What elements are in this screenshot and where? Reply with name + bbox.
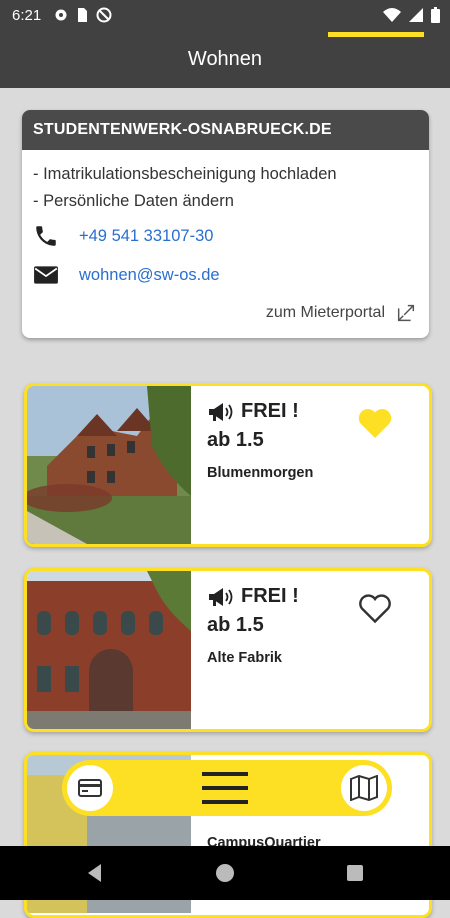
email-link[interactable]: wohnen@sw-os.de <box>33 262 220 288</box>
tenant-portal-link[interactable]: zum Mieterportal <box>266 302 417 324</box>
external-link-icon <box>397 304 415 322</box>
listing-status: FREI ! <box>207 585 299 608</box>
map-icon <box>350 775 378 801</box>
system-navigation-bar <box>0 846 450 900</box>
heart-filled-icon[interactable] <box>357 406 393 440</box>
mail-icon <box>34 266 58 284</box>
map-button[interactable] <box>341 765 387 811</box>
listing-available-date: ab 1.5 <box>207 429 264 451</box>
info-line-personal-data: - Persönliche Daten ändern <box>33 192 234 210</box>
info-line-upload: - Imatrikulationsbescheinigung hochladen <box>33 165 337 183</box>
signal-icon <box>409 8 423 22</box>
accent-line <box>328 32 424 37</box>
listing-status-label: FREI ! <box>241 400 299 422</box>
page-title: Wohnen <box>187 48 263 70</box>
phone-icon <box>36 226 56 246</box>
listing-available-date: ab 1.5 <box>207 614 264 636</box>
battery-icon <box>431 7 440 23</box>
listing-photo <box>27 386 191 544</box>
home-icon[interactable] <box>214 862 236 884</box>
listing-status: FREI ! <box>207 400 299 423</box>
menu-icon[interactable] <box>202 769 248 807</box>
listing-photo <box>27 571 191 729</box>
sim-icon <box>78 8 87 22</box>
heart-outline-icon[interactable] <box>357 591 393 625</box>
status-bar: 6:21 <box>0 0 450 32</box>
wifi-icon <box>383 8 401 22</box>
megaphone-icon <box>209 587 233 606</box>
bottom-action-bar <box>62 760 392 816</box>
megaphone-icon <box>209 402 233 421</box>
phone-number: +49 541 33107-30 <box>79 226 214 245</box>
listing-card[interactable]: FREI ! ab 1.5 Blumenmorgen <box>24 383 432 547</box>
listing-name: Alte Fabrik <box>207 650 282 666</box>
back-icon[interactable] <box>84 862 106 884</box>
listing-card[interactable]: FREI ! ab 1.5 Alte Fabrik <box>24 568 432 732</box>
info-card-heading: STUDENTENWERK-OSNABRUECK.DE <box>22 110 429 150</box>
info-card: STUDENTENWERK-OSNABRUECK.DE - Imatrikula… <box>22 110 429 338</box>
no-disturb-icon <box>96 7 112 23</box>
listing-status-label: FREI ! <box>241 585 299 607</box>
gear-icon <box>55 9 67 21</box>
tenant-portal-label: zum Mieterportal <box>265 304 385 321</box>
recents-icon[interactable] <box>344 862 366 884</box>
listing-name: Blumenmorgen <box>207 465 314 481</box>
phone-link[interactable]: +49 541 33107-30 <box>33 223 213 249</box>
app-bar: Wohnen <box>0 32 450 88</box>
status-time: 6:21 <box>12 7 42 24</box>
card-button[interactable] <box>67 765 113 811</box>
card-icon <box>78 779 102 797</box>
email-address: wohnen@sw-os.de <box>79 265 220 284</box>
